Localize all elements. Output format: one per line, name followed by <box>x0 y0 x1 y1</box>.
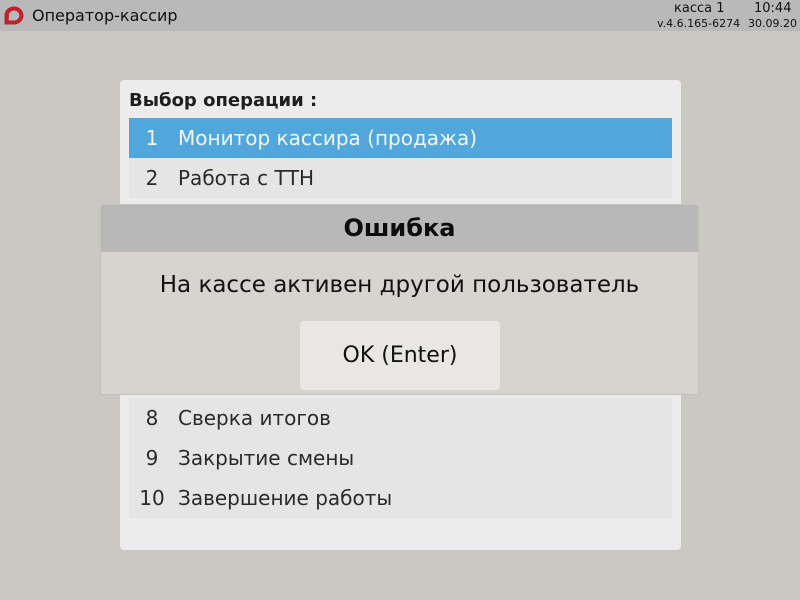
clock: 10:44 <box>754 1 792 16</box>
menu-item-label: Сверка итогов <box>178 406 331 430</box>
menu-item-label: Монитор кассира (продажа) <box>178 126 478 150</box>
app-screen: Оператор-кассир касса 1 10:44 v.4.6.165-… <box>0 0 800 600</box>
ok-button[interactable]: OK (Enter) <box>300 321 500 390</box>
menu-item-cashier-monitor[interactable]: 1 Монитор кассира (продажа) <box>129 118 672 158</box>
menu-item-number: 10 <box>139 486 165 510</box>
dialog-header: Ошибка <box>101 205 698 252</box>
dialog-title: Ошибка <box>343 214 456 242</box>
menu-item-number: 2 <box>145 166 159 190</box>
menu-item-number: 1 <box>145 126 159 150</box>
menu-item-close-shift[interactable]: 9 Закрытие смены <box>129 438 672 478</box>
title-bar: Оператор-кассир касса 1 10:44 v.4.6.165-… <box>0 0 800 31</box>
menu-item-label: Завершение работы <box>178 486 393 510</box>
cashier-logo-icon <box>4 6 24 25</box>
menu-item-finish-work[interactable]: 10 Завершение работы <box>129 478 672 518</box>
app-title: Оператор-кассир <box>32 6 178 25</box>
menu-item-label: Работа с ТТН <box>178 166 314 190</box>
version-label: v.4.6.165-6274 <box>657 17 741 30</box>
register-number: касса 1 <box>674 1 725 16</box>
menu-item-number: 9 <box>145 446 159 470</box>
menu-item-number: 8 <box>145 406 159 430</box>
menu-item-reconciliation[interactable]: 8 Сверка итогов <box>129 398 672 438</box>
menu-item-ttn[interactable]: 2 Работа с ТТН <box>129 158 672 198</box>
menu-item-label: Закрытие смены <box>178 446 355 470</box>
date-label: 30.09.20 <box>748 17 797 30</box>
panel-title: Выбор операции : <box>129 90 318 111</box>
dialog-message: На кассе активен другой пользователь <box>159 272 640 298</box>
error-dialog: Ошибка На кассе активен другой пользоват… <box>100 204 699 395</box>
